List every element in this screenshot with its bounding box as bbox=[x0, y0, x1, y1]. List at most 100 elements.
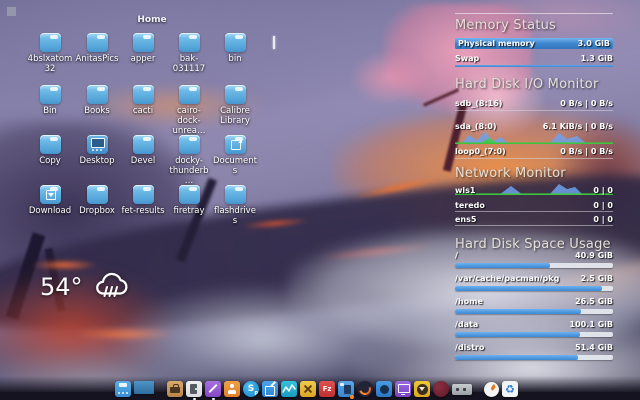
folder-icon bbox=[224, 85, 246, 104]
activity-monitor-icon[interactable] bbox=[281, 381, 297, 397]
desktop-icon-cacti[interactable]: cacti bbox=[120, 85, 166, 116]
swap-value: 1.3 GiB bbox=[580, 54, 613, 63]
fs-row-home: /home 26.5 GiB bbox=[455, 297, 613, 306]
temperature-label: 54° bbox=[40, 273, 83, 301]
icon-label: cairo-dock-unrea… bbox=[172, 106, 206, 137]
logout-door-icon[interactable] bbox=[186, 381, 202, 400]
fs-bar-data bbox=[455, 332, 613, 337]
reader-icon[interactable] bbox=[224, 381, 240, 397]
fs-value: 40.9 GiB bbox=[575, 251, 613, 260]
icon-label: firetray bbox=[173, 206, 205, 216]
network-section-title: Network Monitor bbox=[455, 166, 566, 181]
pen-editor-icon[interactable] bbox=[205, 381, 221, 400]
file-manager-icon[interactable] bbox=[338, 381, 354, 399]
desktop-icon-documents[interactable]: Documents bbox=[212, 135, 258, 176]
folder-icon bbox=[224, 185, 246, 204]
icon-label: Books bbox=[84, 106, 110, 116]
icon-label: AnitasPics bbox=[75, 54, 119, 64]
desktop-icon-calibre-library[interactable]: Calibre Library bbox=[212, 85, 258, 126]
desktop-icon-bin-lower[interactable]: bin bbox=[212, 33, 258, 64]
io-device-label: loop0_(7:0) bbox=[455, 147, 506, 156]
trash-recycle-icon[interactable]: ♻ bbox=[502, 381, 518, 397]
folder-icon bbox=[39, 85, 61, 104]
corner-widget bbox=[7, 7, 16, 16]
firefox-dark-icon[interactable] bbox=[357, 381, 373, 397]
desktop-icon-bak[interactable]: bak-031117 bbox=[166, 33, 212, 74]
desktop-icon-fet-results[interactable]: fet-results bbox=[120, 185, 166, 216]
folder-icon bbox=[132, 135, 154, 154]
fs-row-data: /data 100.1 GiB bbox=[455, 320, 613, 329]
desktop-icon-bin[interactable]: Bin bbox=[27, 85, 73, 116]
desktop-icon-devel[interactable]: Devel bbox=[120, 135, 166, 166]
desktop-icon-books[interactable]: Books bbox=[74, 85, 120, 116]
folder-icon bbox=[86, 33, 108, 52]
multiload-panel-icon[interactable] bbox=[452, 383, 472, 395]
net-row-wls1: wls1 0 | 0 bbox=[455, 186, 613, 195]
io-row-sda: sda_(8:0) 6.1 KiB/s | 0 B/s bbox=[455, 122, 613, 131]
icon-label: Documents bbox=[212, 156, 258, 177]
icon-label: apper bbox=[130, 54, 156, 64]
media-circle-icon[interactable] bbox=[433, 381, 449, 397]
folder-icon bbox=[132, 85, 154, 104]
dock-home-icon[interactable] bbox=[115, 381, 131, 397]
desktop-icon-dropbox[interactable]: Dropbox bbox=[74, 185, 120, 216]
desktop-icon-desktop[interactable]: Desktop bbox=[74, 135, 120, 166]
desktop: Home 4bslxatom32 AnitasPics apper bak-03… bbox=[0, 0, 640, 400]
icon-label: Calibre Library bbox=[220, 106, 250, 127]
icon-label: Bin bbox=[43, 106, 57, 116]
fs-value: 100.1 GiB bbox=[569, 320, 614, 329]
download-folder-icon bbox=[39, 185, 61, 204]
skype-icon[interactable]: SP bbox=[243, 381, 259, 397]
window-preview-icon[interactable] bbox=[134, 380, 154, 394]
swap-row: Swap 1.3 GiB bbox=[455, 54, 613, 63]
desktop-icon-copy[interactable]: Copy bbox=[27, 135, 73, 166]
net-if-label: teredo bbox=[455, 201, 485, 210]
icon-label: Copy bbox=[39, 156, 61, 166]
icon-label: bin bbox=[228, 54, 242, 64]
io-row-loop0: loop0_(7:0) 0 B/s | 0 B/s bbox=[455, 147, 613, 156]
folder-icon bbox=[132, 33, 154, 52]
desktop-icon-download[interactable]: Download bbox=[27, 185, 73, 216]
desktop-icon-docky-thunderbird[interactable]: docky-thunderb… bbox=[166, 135, 212, 187]
documents-folder-icon bbox=[224, 135, 246, 154]
icon-label: bak-031117 bbox=[172, 54, 206, 75]
power-disc-icon[interactable] bbox=[414, 381, 430, 397]
display-settings-icon[interactable] bbox=[395, 381, 411, 397]
fs-label: /data bbox=[455, 320, 479, 329]
disk-io-graph bbox=[455, 132, 613, 144]
text-caret bbox=[273, 36, 275, 49]
fs-value: 2.5 GiB bbox=[580, 274, 613, 283]
net-if-value: 0 | 0 bbox=[593, 215, 613, 224]
filezilla-letters: Fz bbox=[322, 385, 332, 393]
tools-icon[interactable] bbox=[300, 381, 316, 397]
briefcase-icon[interactable] bbox=[167, 381, 183, 397]
folder-icon bbox=[224, 33, 246, 52]
skype-letter: S bbox=[247, 384, 255, 394]
filezilla-icon[interactable]: Fz bbox=[319, 381, 335, 397]
folder-icon bbox=[178, 85, 200, 104]
desktop-icon-firetray[interactable]: firetray bbox=[166, 185, 212, 216]
browser-circle-icon[interactable] bbox=[376, 381, 392, 397]
fs-value: 51.4 GiB bbox=[575, 343, 613, 352]
desktop-view-title: Home bbox=[137, 15, 167, 25]
net-if-value: 0 | 0 bbox=[593, 186, 613, 195]
fs-row-distro: /distro 51.4 GiB bbox=[455, 343, 613, 352]
desktop-icon-cairo-dock[interactable]: cairo-dock-unrea… bbox=[166, 85, 212, 137]
desktop-icon-anitaspics[interactable]: AnitasPics bbox=[74, 33, 120, 64]
folder-icon bbox=[132, 185, 154, 204]
fs-row-root: / 40.9 GiB bbox=[455, 251, 613, 260]
share-icon[interactable] bbox=[262, 381, 278, 397]
weather-widget: 54° bbox=[40, 272, 129, 302]
desktop-icon-apper[interactable]: apper bbox=[120, 33, 166, 64]
fs-label: /home bbox=[455, 297, 483, 306]
clock-icon[interactable] bbox=[484, 381, 499, 397]
desktop-icon-4bslxatom32[interactable]: 4bslxatom32 bbox=[27, 33, 73, 74]
desktop-icon-flashdrives[interactable]: flashdrives bbox=[212, 185, 258, 226]
physical-memory-label: Physical memory bbox=[458, 39, 535, 48]
desktop-folder-icon bbox=[86, 135, 108, 154]
icon-label: 4bslxatom32 bbox=[27, 54, 73, 75]
fs-bar-pacman bbox=[455, 286, 613, 291]
rain-cloud-icon bbox=[95, 272, 127, 297]
icon-label: Download bbox=[28, 206, 72, 216]
io-row-sdb: sdb_(8:16) 0 B/s | 0 B/s bbox=[455, 99, 613, 108]
